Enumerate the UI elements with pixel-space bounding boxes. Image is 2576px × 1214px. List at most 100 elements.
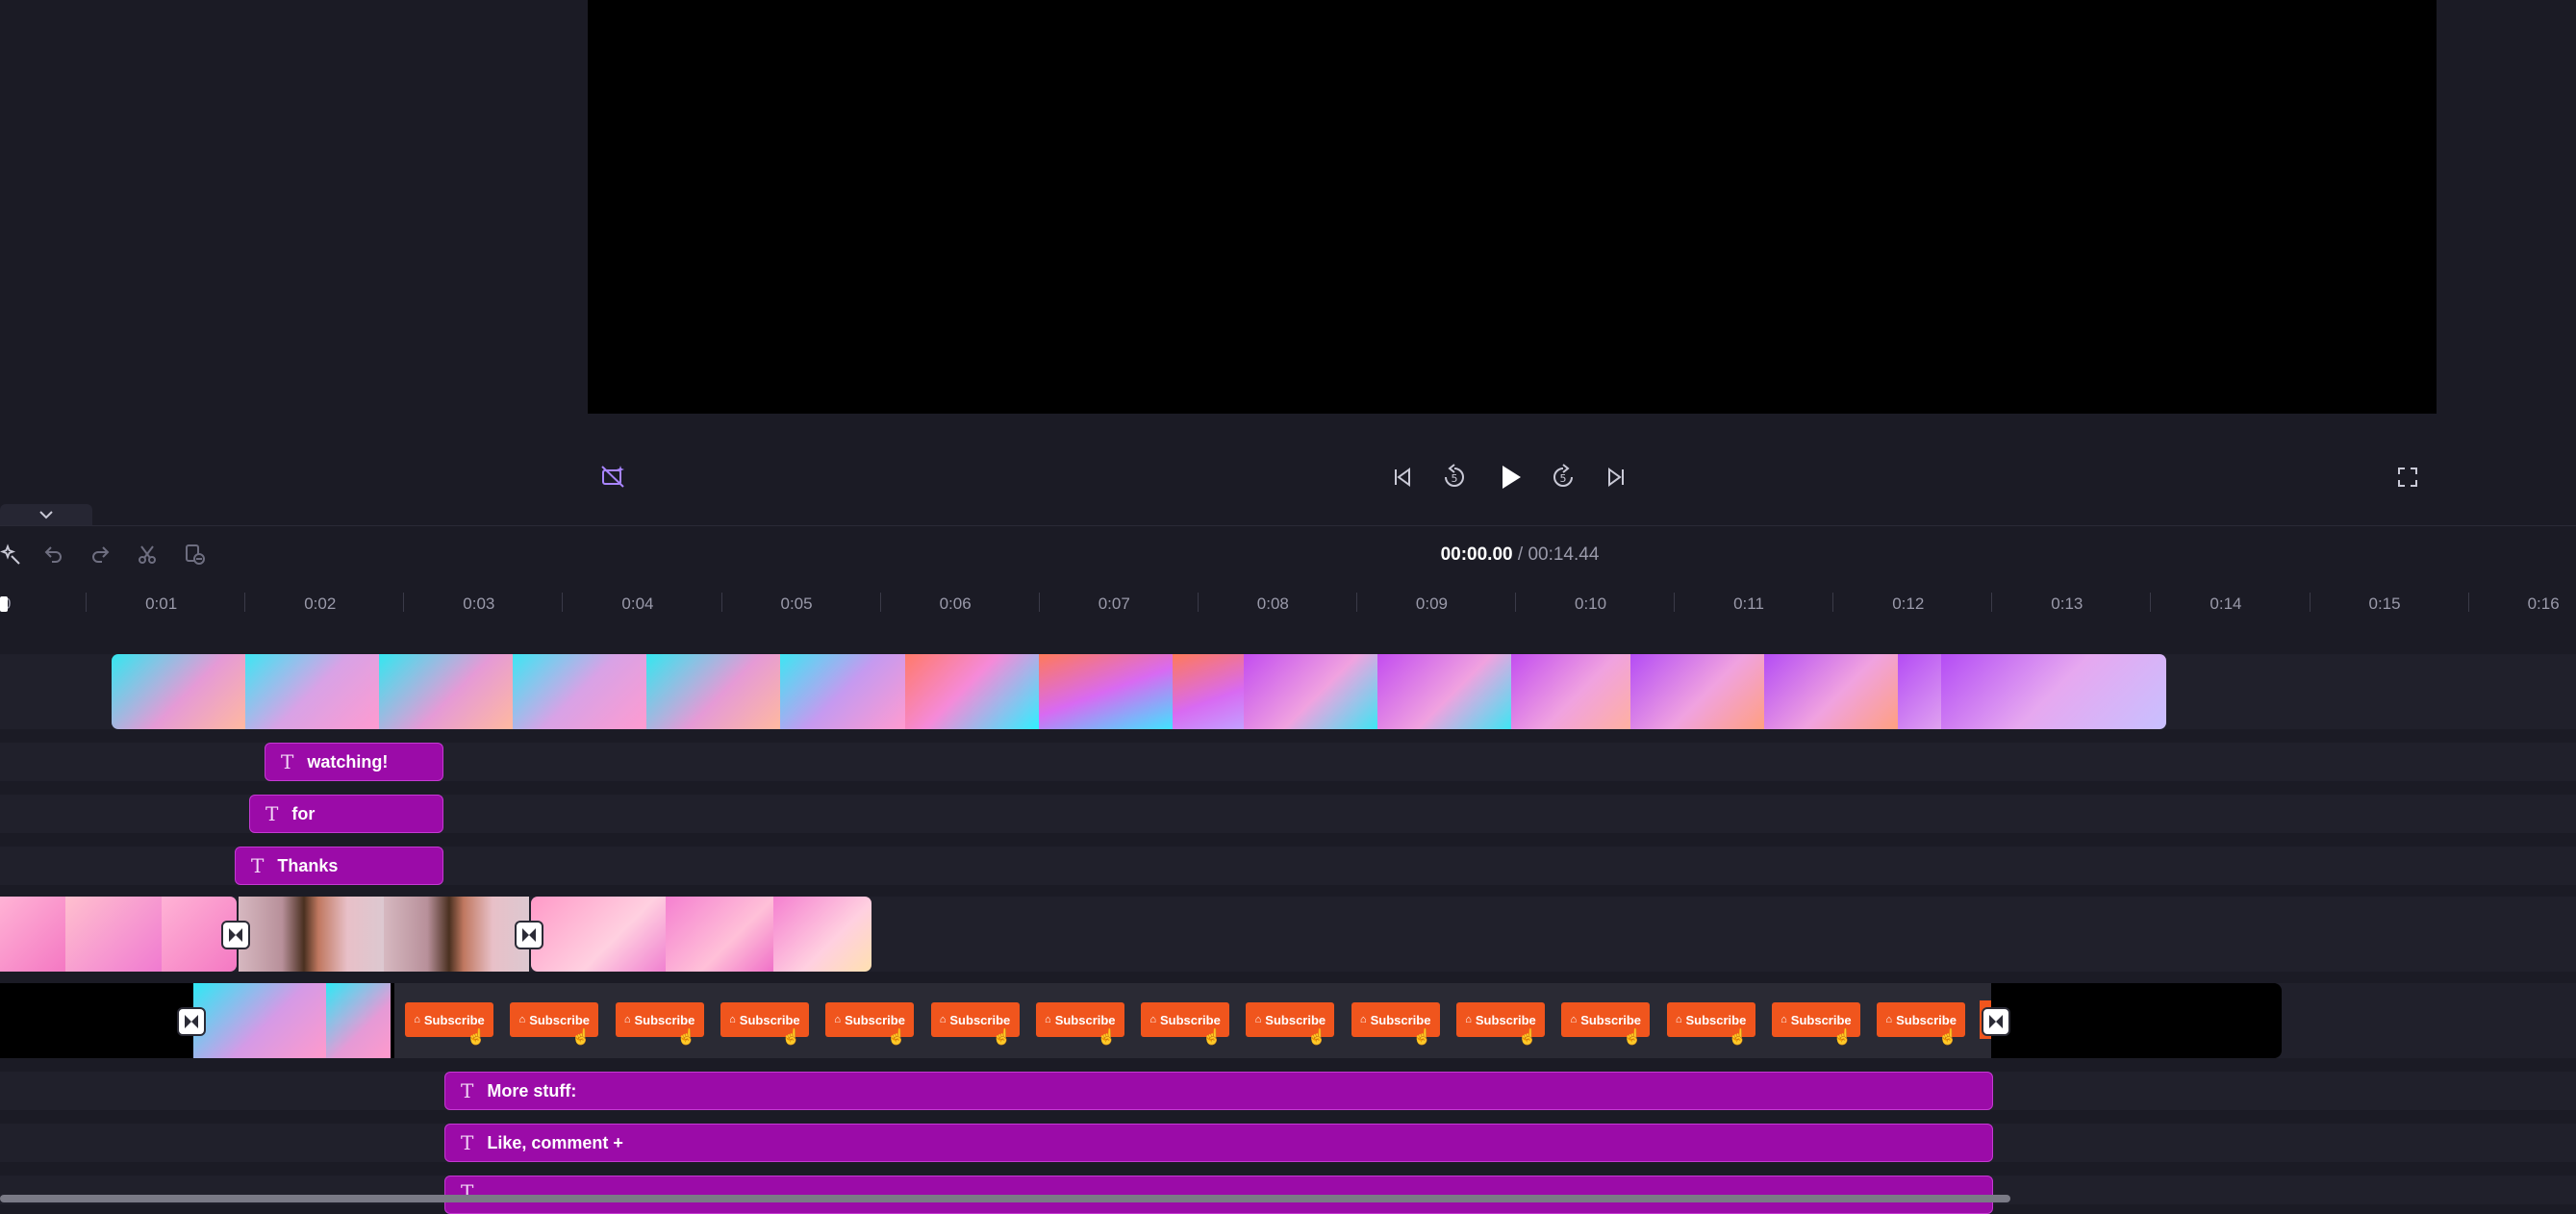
clip-thumbnail bbox=[1511, 654, 1630, 729]
pointer-cursor-icon: ☝ bbox=[1832, 1029, 1853, 1046]
pointer-cursor-icon: ☝ bbox=[887, 1029, 907, 1046]
pointer-cursor-icon: ☝ bbox=[571, 1029, 592, 1046]
text-icon: T bbox=[461, 1079, 474, 1102]
pointer-cursor-icon: ☝ bbox=[1728, 1029, 1748, 1046]
clip-thumbnail bbox=[1377, 654, 1511, 729]
transition-icon[interactable] bbox=[221, 921, 250, 949]
bell-icon: ⌂ bbox=[1675, 1014, 1682, 1025]
text-clip-label: watching! bbox=[307, 751, 389, 771]
chevron-down-icon bbox=[39, 511, 53, 519]
bell-icon: ⌂ bbox=[1045, 1014, 1051, 1025]
bell-icon: ⌂ bbox=[1465, 1014, 1472, 1025]
text-clip-watching[interactable]: Twatching! bbox=[265, 743, 443, 781]
clip-thumbnail bbox=[193, 983, 326, 1058]
subscribe-frame: ⌂ Subscribe ☝ bbox=[1246, 1002, 1335, 1046]
clip-thumbnail bbox=[1173, 654, 1244, 729]
svg-text:5: 5 bbox=[1560, 472, 1567, 485]
transition-icon[interactable] bbox=[177, 1007, 206, 1036]
clip-thumbnail bbox=[513, 654, 646, 729]
transition-icon[interactable] bbox=[1982, 1007, 2010, 1036]
clip-thumbnail bbox=[239, 897, 384, 972]
bell-icon: ⌂ bbox=[1359, 1014, 1367, 1025]
current-time: 00:00.00 bbox=[1440, 544, 1513, 565]
collapse-timeline-button[interactable] bbox=[0, 504, 92, 525]
ruler-tick-label: 0:11 bbox=[1733, 594, 1764, 613]
pointer-cursor-icon: ☝ bbox=[467, 1029, 486, 1046]
subscribe-frame: ⌂ Subscribe ☝ bbox=[1141, 1002, 1230, 1046]
scissors-icon[interactable] bbox=[134, 541, 161, 568]
fullscreen-icon[interactable] bbox=[2393, 463, 2422, 492]
timecode-separator: / bbox=[1512, 544, 1528, 565]
text-clip-like-comment[interactable]: T Like, comment + bbox=[444, 1124, 1993, 1162]
ruler-tick-label: 0:07 bbox=[1098, 594, 1130, 613]
text-clip-label: Thanks bbox=[277, 855, 339, 875]
bell-icon: ⌂ bbox=[939, 1014, 947, 1025]
pointer-cursor-icon: ☝ bbox=[1623, 1029, 1643, 1046]
cyan-gradient-clip[interactable] bbox=[193, 983, 391, 1058]
subscribe-label: Subscribe bbox=[1790, 1012, 1852, 1027]
undo-icon[interactable] bbox=[40, 541, 67, 568]
ruler-tick-label: 0:15 bbox=[2368, 594, 2401, 613]
subscribe-frame: ⌂ Subscribe ☝ bbox=[1351, 1002, 1440, 1046]
subscribe-frame: ⌂ Subscribe ☝ bbox=[720, 1002, 809, 1046]
ruler-tick-label: 0:08 bbox=[1256, 594, 1289, 613]
delete-clip-icon[interactable] bbox=[181, 541, 208, 568]
clip-thumbnail bbox=[1764, 654, 1898, 729]
clip-thumbnail bbox=[780, 654, 905, 729]
ruler-tick-label: 0:16 bbox=[2527, 594, 2560, 613]
skip-to-end-icon[interactable] bbox=[1602, 463, 1630, 492]
ruler-tick-label: 0:14 bbox=[2210, 594, 2242, 613]
clip-thumbnail bbox=[1039, 654, 1173, 729]
total-duration: 00:14.44 bbox=[1528, 544, 1600, 565]
transition-icon[interactable] bbox=[515, 921, 543, 949]
rewind-5s-icon[interactable]: 5 bbox=[1440, 463, 1469, 492]
text-clip-thanks[interactable]: T Thanks bbox=[235, 847, 443, 885]
ruler-tick-label: 0:02 bbox=[304, 594, 337, 613]
subscribe-label: Subscribe bbox=[1159, 1012, 1221, 1027]
subscribe-label: Subscribe bbox=[423, 1012, 485, 1027]
ruler-minor-line bbox=[2467, 593, 2469, 612]
ruler-minor-line bbox=[1197, 593, 1199, 612]
subscribe-frame: ⌂ Subscribe ☝ bbox=[615, 1002, 704, 1046]
video-canvas bbox=[588, 0, 2437, 414]
subscribe-label: Subscribe bbox=[1475, 1012, 1536, 1027]
bell-icon: ⌂ bbox=[623, 1014, 631, 1025]
skip-to-start-icon[interactable] bbox=[1388, 463, 1417, 492]
ruler-tick-label: 0:12 bbox=[1892, 594, 1925, 613]
clip-thumbnail bbox=[905, 654, 1039, 729]
subscribe-frame: ⌂ Subscribe ☝ bbox=[1456, 1002, 1545, 1046]
ruler-minor-line bbox=[403, 593, 405, 612]
subscribe-label: Subscribe bbox=[634, 1012, 695, 1027]
text-clip-more-stuff[interactable]: T More stuff: bbox=[444, 1072, 1993, 1110]
timeline-scrollbar[interactable] bbox=[0, 1195, 2010, 1202]
clip-thumbnail bbox=[384, 897, 529, 972]
subscribe-frame: ⌂ Subscribe ☝ bbox=[510, 1002, 599, 1046]
play-button[interactable] bbox=[1494, 460, 1527, 494]
ruler-tick-label: 0:01 bbox=[145, 594, 178, 613]
ruler-minor-line bbox=[2309, 593, 2311, 612]
pointer-cursor-icon: ☝ bbox=[781, 1029, 801, 1046]
hide-captions-icon[interactable] bbox=[598, 462, 627, 491]
pointer-cursor-icon: ☝ bbox=[1938, 1029, 1958, 1046]
ruler-tick-label: 0:03 bbox=[463, 594, 495, 613]
clip-thumbnail bbox=[666, 897, 773, 972]
pink-gradient-clip[interactable] bbox=[0, 897, 237, 972]
pink-gradient-clip-2[interactable] bbox=[531, 897, 871, 972]
ruler-tick-label: 0:04 bbox=[621, 594, 654, 613]
subscribe-frame: ⌂ Subscribe ☝ bbox=[1771, 1002, 1860, 1046]
gradient-background-clip[interactable] bbox=[112, 654, 2166, 729]
clip-thumbnail bbox=[531, 897, 666, 972]
text-clip-label: More stuff: bbox=[487, 1080, 577, 1100]
text-clip-label: for bbox=[291, 803, 316, 823]
pointer-cursor-icon: ☝ bbox=[992, 1029, 1012, 1046]
pointer-cursor-icon: ☝ bbox=[676, 1029, 696, 1046]
text-icon: T bbox=[281, 750, 294, 773]
text-clip-for[interactable]: Tfor bbox=[249, 795, 443, 833]
portrait-video-clip[interactable] bbox=[239, 897, 529, 972]
ruler-minor-line bbox=[244, 593, 246, 612]
redo-icon[interactable] bbox=[87, 541, 114, 568]
playhead[interactable] bbox=[0, 596, 8, 612]
subscribe-frame: ⌂ Subscribe ☝ bbox=[1666, 1002, 1755, 1046]
forward-5s-icon[interactable]: 5 bbox=[1549, 463, 1578, 492]
magic-wand-icon[interactable] bbox=[0, 541, 23, 568]
